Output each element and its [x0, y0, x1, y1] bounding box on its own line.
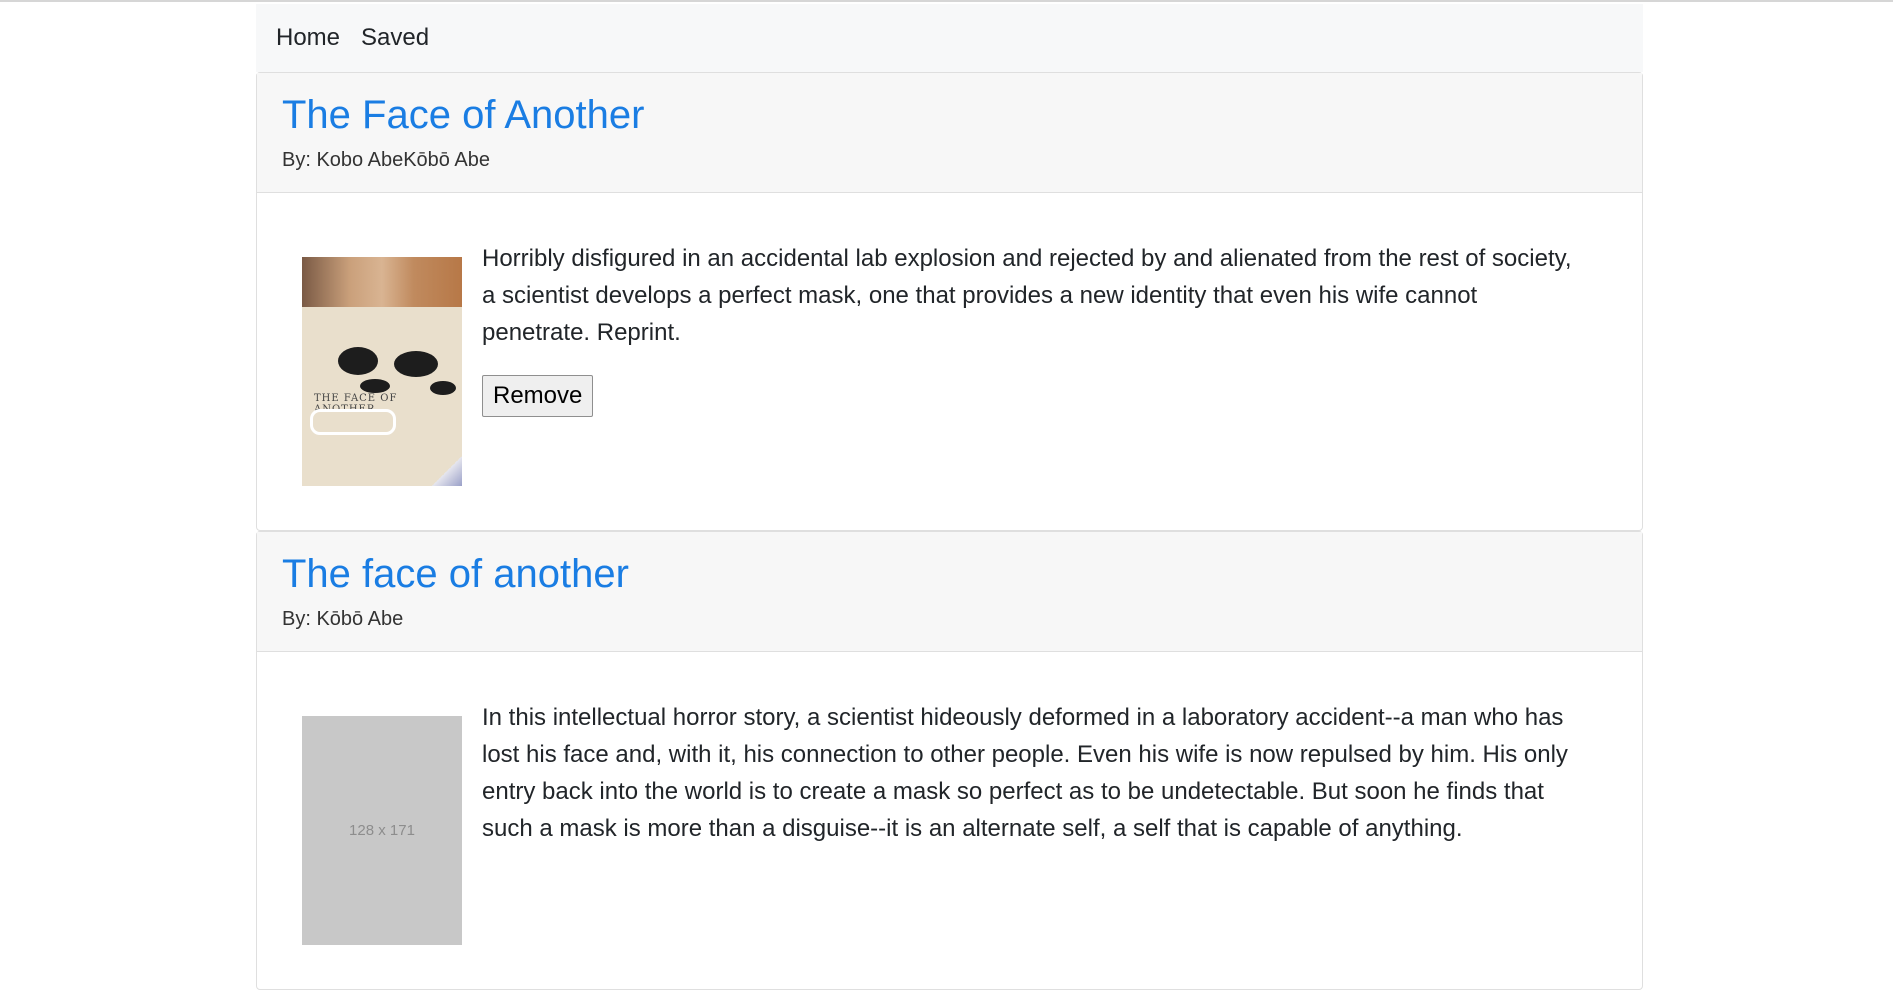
book-author: By: Kōbō Abe: [282, 608, 404, 630]
book-description: Horribly disfigured in an accidental lab…: [482, 245, 1572, 346]
book-card: The Face of Another By: Kobo AbeKōbō Abe…: [256, 72, 1643, 531]
cover-art-hexagon: [310, 409, 396, 435]
nav-saved-link[interactable]: Saved: [361, 24, 429, 52]
remove-button[interactable]: Remove: [482, 375, 594, 417]
book-card-header: The Face of Another By: Kobo AbeKōbō Abe: [257, 73, 1642, 193]
placeholder-size-label: 128 x 171: [349, 822, 415, 839]
cover-art-blob: [338, 347, 378, 375]
book-card-header: The face of another By: Kōbō Abe: [257, 532, 1642, 652]
cover-art-band: [302, 257, 462, 307]
cover-art-blob: [360, 379, 390, 393]
book-title-link[interactable]: The face of another: [282, 550, 1617, 598]
nav-home-link[interactable]: Home: [276, 24, 340, 52]
book-cover-image: THE FACE OF ANOTHER: [302, 257, 462, 486]
book-author: By: Kobo AbeKōbō Abe: [282, 149, 490, 171]
book-card: The face of another By: Kōbō Abe 128 x 1…: [256, 531, 1643, 990]
cover-page-curl: [432, 456, 462, 486]
book-description-block: In this intellectual horror story, a sci…: [482, 699, 1617, 945]
page-container: Home Saved The Face of Another By: Kobo …: [256, 4, 1643, 990]
browser-top-border: [0, 0, 1893, 2]
cover-art-blob: [394, 351, 438, 377]
book-description: In this intellectual horror story, a sci…: [482, 704, 1568, 842]
book-card-body: THE FACE OF ANOTHER Horribly disfigured …: [257, 193, 1642, 530]
book-description-block: Horribly disfigured in an accidental lab…: [482, 240, 1617, 486]
navbar: Home Saved: [256, 4, 1643, 72]
book-title-link[interactable]: The Face of Another: [282, 91, 1617, 139]
book-cover-placeholder: 128 x 171: [302, 716, 462, 945]
book-card-body: 128 x 171 In this intellectual horror st…: [257, 652, 1642, 989]
